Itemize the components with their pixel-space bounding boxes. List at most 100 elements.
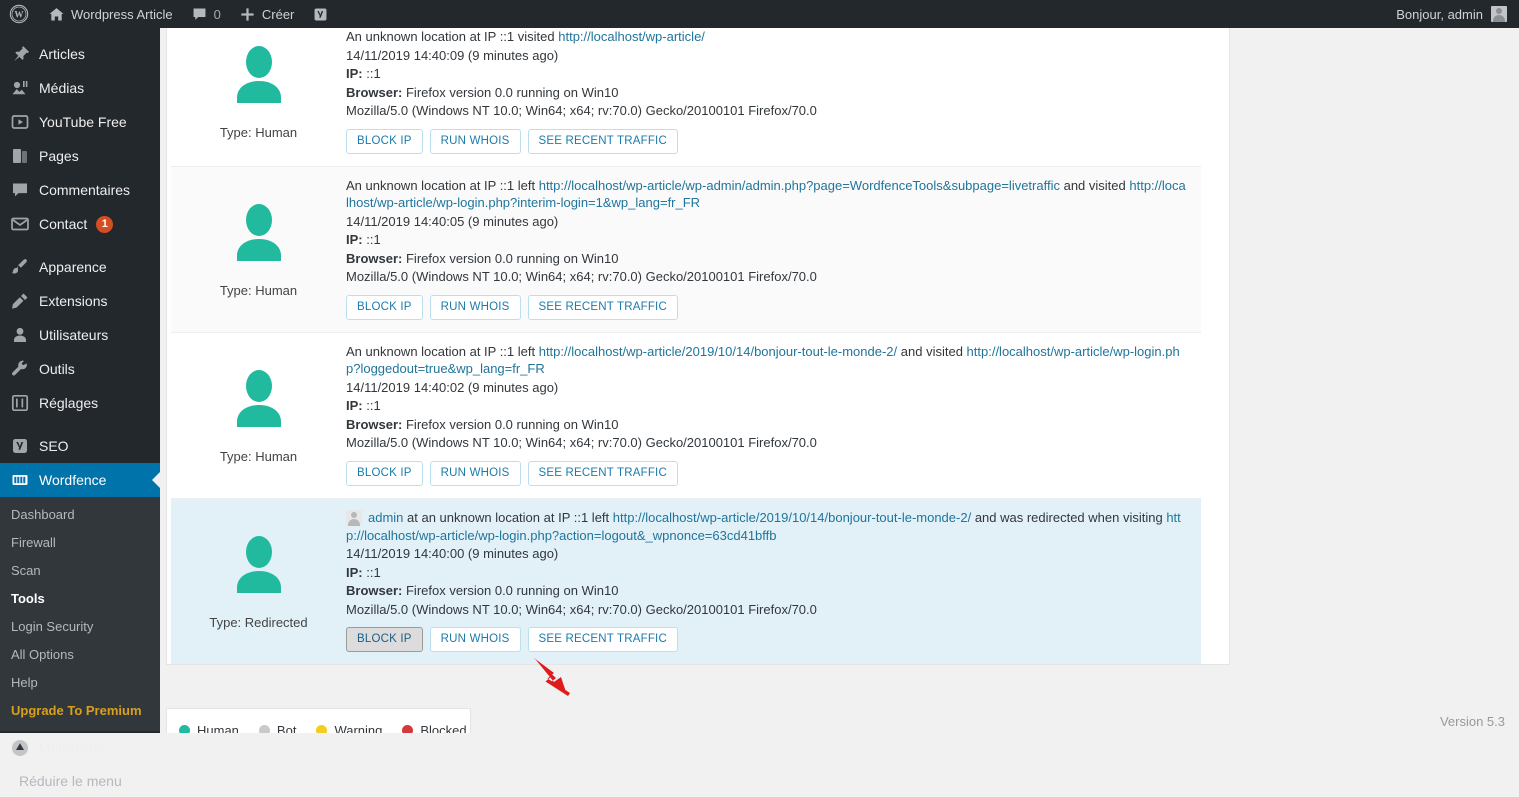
submenu-item-dashboard[interactable]: Dashboard bbox=[0, 501, 160, 529]
run-whois-button[interactable]: RUN WHOIS bbox=[429, 460, 521, 486]
sidebar-item-youtube-free[interactable]: YouTube Free bbox=[0, 105, 160, 139]
row-summary-pre: An unknown location at IP ::1 left bbox=[346, 343, 539, 359]
legend-label: Blocked bbox=[420, 723, 467, 733]
sidebar-item-label: Wordfence bbox=[39, 472, 107, 488]
visitor-type-label: Type: Human bbox=[219, 282, 298, 298]
see-recent-traffic-button[interactable]: SEE RECENT TRAFFIC bbox=[527, 627, 678, 653]
sidebar-item-outils[interactable]: Outils bbox=[0, 352, 160, 386]
submenu-item-login-security[interactable]: Login Security bbox=[0, 613, 160, 641]
sidebar-item-contact[interactable]: Contact 1 bbox=[0, 207, 160, 241]
row-summary-mid: and visited bbox=[1059, 177, 1130, 193]
submenu-item-upgrade-to-premium[interactable]: Upgrade To Premium bbox=[0, 697, 160, 725]
row-link-1[interactable]: http://localhost/wp-article/2019/10/14/b… bbox=[613, 510, 971, 525]
human-visitor-icon bbox=[228, 369, 290, 435]
yoast-seo-icon bbox=[10, 436, 30, 456]
submenu-item-help[interactable]: Help bbox=[0, 669, 160, 697]
block-ip-button[interactable]: BLOCK IP bbox=[346, 294, 423, 320]
traffic-type-legend: Human Bot Warning Blocked bbox=[166, 708, 471, 733]
block-ip-button[interactable]: BLOCK IP bbox=[346, 128, 423, 154]
sidebar-item-label: SEO bbox=[39, 438, 69, 454]
avatar bbox=[1491, 6, 1507, 22]
row-ip-value: ::1 bbox=[366, 398, 381, 413]
sidebar-item-label: Apparence bbox=[39, 259, 107, 275]
row-timestamp: 14/11/2019 14:40:02 (9 minutes ago) bbox=[346, 379, 559, 395]
row-summary-mid: and was redirected when visiting bbox=[971, 509, 1167, 525]
see-recent-traffic-button[interactable]: SEE RECENT TRAFFIC bbox=[527, 128, 678, 154]
sidebar-item-medias[interactable]: Médias bbox=[0, 71, 160, 105]
ip-label: IP: bbox=[346, 232, 363, 247]
see-recent-traffic-button[interactable]: SEE RECENT TRAFFIC bbox=[527, 460, 678, 486]
sidebar-item-articles[interactable]: Articles bbox=[0, 37, 160, 71]
user-icon bbox=[10, 325, 30, 345]
plug-icon bbox=[10, 291, 30, 311]
run-whois-button[interactable]: RUN WHOIS bbox=[429, 627, 521, 653]
site-name-menu[interactable]: Wordpress Article bbox=[39, 0, 182, 28]
browser-label: Browser: bbox=[346, 250, 403, 266]
row-link-1[interactable]: http://localhost/wp-article/ bbox=[558, 29, 705, 44]
contact-unread-badge: 1 bbox=[96, 215, 114, 233]
menu-separator bbox=[0, 420, 160, 429]
legend-dot-warning-icon bbox=[316, 725, 328, 733]
pin-icon bbox=[10, 44, 30, 64]
submenu-item-firewall[interactable]: Firewall bbox=[0, 529, 160, 557]
new-content-label: Créer bbox=[261, 6, 295, 22]
sidebar-item-label: MetaSlider bbox=[39, 740, 106, 756]
row-browser-value: Firefox version 0.0 running on Win10 bbox=[405, 583, 619, 599]
wordpress-logo-button[interactable]: W bbox=[0, 0, 39, 28]
row-link-1[interactable]: http://localhost/wp-article/2019/10/14/b… bbox=[539, 344, 897, 359]
row-summary-mid: and visited bbox=[897, 343, 967, 359]
run-whois-button[interactable]: RUN WHOIS bbox=[429, 294, 521, 320]
row-ip-value: ::1 bbox=[366, 564, 381, 580]
wordfence-submenu: Dashboard Firewall Scan Tools Login Secu… bbox=[0, 497, 160, 731]
table-row[interactable]: Type: Human An unknown location at IP ::… bbox=[167, 165, 1229, 332]
row-summary-pre: An unknown location at IP ::1 left bbox=[346, 177, 539, 193]
sidebar-item-apparence[interactable]: Apparence bbox=[0, 250, 160, 284]
comments-count: 0 bbox=[213, 6, 221, 22]
human-visitor-icon bbox=[228, 45, 290, 111]
comments-bubble-button[interactable]: 0 bbox=[182, 0, 230, 28]
human-visitor-icon bbox=[228, 203, 290, 269]
ip-label: IP: bbox=[346, 66, 363, 81]
video-play-icon bbox=[10, 112, 30, 132]
row-summary-pre: An unknown location at IP ::1 visited bbox=[346, 29, 559, 44]
sidebar-item-commentaires[interactable]: Commentaires bbox=[0, 173, 160, 207]
sidebar-item-wordfence[interactable]: Wordfence bbox=[0, 463, 160, 497]
submenu-item-all-options[interactable]: All Options bbox=[0, 641, 160, 669]
row-details: An unknown location at IP ::1 left http:… bbox=[346, 343, 1201, 486]
row-user[interactable]: admin bbox=[346, 509, 403, 527]
sidebar-item-pages[interactable]: Pages bbox=[0, 139, 160, 173]
block-ip-button[interactable]: BLOCK IP bbox=[346, 627, 423, 653]
new-content-button[interactable]: Créer bbox=[230, 0, 304, 28]
row-link-1[interactable]: http://localhost/wp-article/wp-admin/adm… bbox=[539, 178, 1060, 193]
row-user-agent: Mozilla/5.0 (Windows NT 10.0; Win64; x64… bbox=[346, 601, 817, 617]
account-menu[interactable]: Bonjour, admin bbox=[1396, 6, 1519, 22]
block-ip-button[interactable]: BLOCK IP bbox=[346, 460, 423, 486]
table-row[interactable]: Type: Redirected admin at an unknown loc… bbox=[167, 497, 1229, 665]
sidebar-item-reglages[interactable]: Réglages bbox=[0, 386, 160, 420]
see-recent-traffic-button[interactable]: SEE RECENT TRAFFIC bbox=[527, 294, 678, 320]
table-row[interactable]: Type: Human An unknown location at IP ::… bbox=[167, 28, 1229, 166]
collapse-menu-button[interactable]: Réduire le menu bbox=[0, 765, 160, 797]
submenu-item-tools[interactable]: Tools bbox=[0, 585, 160, 613]
wordfence-icon bbox=[10, 470, 30, 490]
row-details: An unknown location at IP ::1 left http:… bbox=[346, 177, 1201, 320]
envelope-icon bbox=[10, 214, 30, 234]
sidebar-item-metaslider[interactable]: MetaSlider bbox=[0, 731, 160, 765]
sidebar-item-extensions[interactable]: Extensions bbox=[0, 284, 160, 318]
sidebar-item-label: Extensions bbox=[39, 293, 108, 309]
ip-label: IP: bbox=[346, 564, 363, 580]
row-user-agent: Mozilla/5.0 (Windows NT 10.0; Win64; x64… bbox=[346, 435, 817, 450]
sidebar-item-label: Articles bbox=[39, 46, 85, 62]
row-summary: An unknown location at IP ::1 left http:… bbox=[346, 343, 1187, 378]
sidebar-item-seo[interactable]: SEO bbox=[0, 429, 160, 463]
row-actions: BLOCK IP RUN WHOIS SEE RECENT TRAFFIC bbox=[346, 294, 1187, 320]
submenu-item-scan[interactable]: Scan bbox=[0, 557, 160, 585]
visitor-type-label: Type: Human bbox=[219, 448, 298, 464]
row-ip-value: ::1 bbox=[366, 66, 381, 81]
sidebar-item-label: Utilisateurs bbox=[39, 327, 109, 343]
run-whois-button[interactable]: RUN WHOIS bbox=[429, 128, 521, 154]
sidebar-item-utilisateurs[interactable]: Utilisateurs bbox=[0, 318, 160, 352]
row-avatar-column: Type: Human bbox=[171, 28, 346, 154]
table-row[interactable]: Type: Human An unknown location at IP ::… bbox=[167, 331, 1229, 498]
yoast-seo-button[interactable] bbox=[303, 0, 338, 28]
